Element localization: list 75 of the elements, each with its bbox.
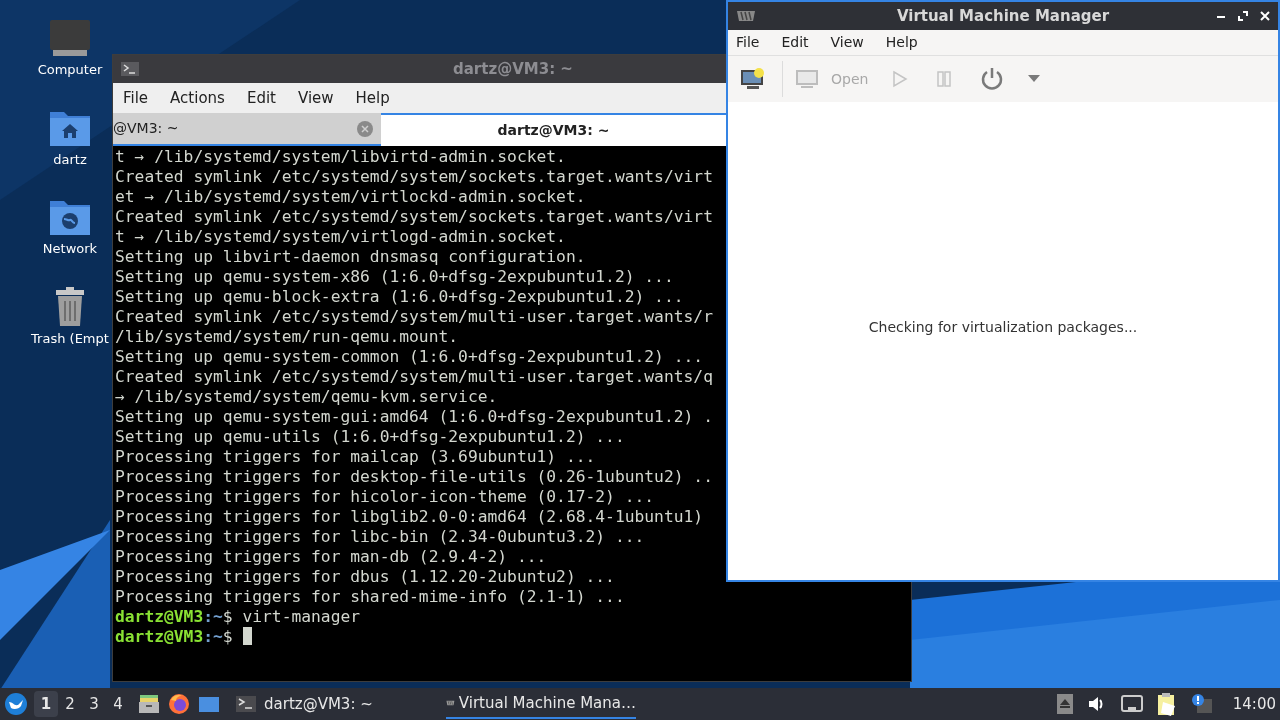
menu-item[interactable]: Edit <box>246 86 276 110</box>
terminal-tab[interactable]: dartz@VM3: ~ <box>381 113 726 146</box>
menu-item[interactable]: Edit <box>781 32 809 53</box>
menu-item[interactable]: View <box>830 32 864 53</box>
notification-icon[interactable] <box>1190 693 1213 715</box>
output-line: Processing triggers for shared-mime-info (2.1-1) ... <box>115 587 625 607</box>
file-cabinet-icon[interactable] <box>138 694 160 714</box>
prompt-path: :~ <box>203 607 223 627</box>
eject-icon[interactable] <box>1056 694 1073 714</box>
menu-item[interactable]: File <box>736 32 760 53</box>
menu-item[interactable]: Help <box>355 86 390 110</box>
output-line: Processing triggers for dbus (1.12.20-2ubuntu2) ... <box>115 567 615 587</box>
output-line: t → /lib/systemd/system/libvirtd-admin.socket. <box>115 147 566 167</box>
output-line: /lib/systemd/system/run-qemu.mount. <box>115 327 459 347</box>
window-title: Virtual Machine Manager <box>896 5 1110 27</box>
workspace-button[interactable]: 2 <box>58 691 82 717</box>
maximize-icon[interactable] <box>1238 11 1248 21</box>
command-text: $ virt-manager <box>222 607 361 627</box>
menu-item[interactable]: View <box>297 86 334 110</box>
menu-item[interactable]: Actions <box>170 86 225 110</box>
monitor-icon <box>49 18 91 58</box>
output-line: Processing triggers for hicolor-icon-theme (0.17-2) ... <box>115 487 655 507</box>
output-line: Processing triggers for mailcap (3.69ubuntu1) ... <box>115 447 596 467</box>
desktop-icon-label[interactable]: Network <box>42 239 98 259</box>
prompt-user: dartz@VM3 <box>115 627 204 647</box>
tab-label: @VM3: ~ <box>113 119 179 138</box>
output-line: Processing triggers for man-db (2.9.4-2) ... <box>115 547 547 567</box>
output-line: Processing triggers for libc-bin (2.34-0ubuntu3.2) ... <box>115 527 645 547</box>
output-line: et → /lib/systemd/system/virtlockd-admin.socket. <box>115 187 586 207</box>
ethernet-icon[interactable] <box>1120 695 1143 713</box>
output-line: Created symlink /etc/systemd/system/multi-user.target.wants/r <box>115 307 713 327</box>
vmm-logo-icon <box>736 10 756 22</box>
terminal-icon <box>121 62 139 76</box>
play-icon <box>892 70 909 88</box>
window-title: dartz@VM3: ~ <box>453 58 573 80</box>
menu-item[interactable]: File <box>123 86 149 110</box>
workspace-button[interactable]: 4 <box>106 691 130 717</box>
workspace-button[interactable]: 3 <box>82 691 106 717</box>
output-line: Processing triggers for desktop-file-utils (0.26-1ubuntu2) .. <box>115 467 713 487</box>
output-line: Created symlink /etc/systemd/system/sockets.target.wants/virt <box>115 167 713 187</box>
output-line: Setting up qemu-system-common (1:6.0+dfsg-2expubuntu1.2) ... <box>115 347 704 367</box>
tab-label: dartz@VM3: ~ <box>497 121 610 140</box>
power-icon <box>980 67 1005 91</box>
close-icon[interactable] <box>1260 11 1270 21</box>
output-line: t → /lib/systemd/system/virtlogd-admin.socket. <box>115 227 566 247</box>
desktop-icon[interactable] <box>198 694 220 714</box>
output-line: Setting up qemu-system-x86 (1:6.0+dfsg-2expubuntu1.2) ... <box>115 267 674 287</box>
output-line: Setting up qemu-utils (1:6.0+dfsg-2expubuntu1.2) ... <box>115 427 625 447</box>
desktop-icon-label[interactable]: dartz <box>53 149 87 169</box>
menu-item[interactable]: Help <box>885 32 918 53</box>
task-button[interactable]: Virtual Machine Mana… <box>446 689 636 719</box>
terminal-icon <box>236 696 256 712</box>
prompt-user: dartz@VM3 <box>115 607 204 627</box>
status-message: Checking for virtualization packages... <box>868 317 1138 337</box>
desktop-icon-label[interactable]: Computer <box>37 60 103 80</box>
command-text: $ <box>222 627 233 647</box>
browser-icon[interactable] <box>168 693 190 715</box>
desktop-icon-label[interactable]: Trash (Empt <box>31 328 109 348</box>
output-line: → /lib/systemd/system/qemu-kvm.service. <box>115 387 498 407</box>
output-line: Created symlink /etc/systemd/system/sockets.target.wants/virt <box>115 207 713 227</box>
output-line: Processing triggers for libglib2.0-0:amd64 (2.68.4-1ubuntu1) <box>115 507 704 527</box>
clock[interactable]: 14:00 <box>1232 692 1276 716</box>
task-button[interactable]: dartz@VM3: ~ <box>236 689 426 719</box>
output-line: Setting up qemu-block-extra (1:6.0+dfsg-2expubuntu1.2) ... <box>115 287 684 307</box>
prompt-path: :~ <box>203 627 223 647</box>
monitor-icon <box>740 67 766 91</box>
monitor-icon <box>795 68 819 90</box>
terminal-tab[interactable]: @VM3: ~ <box>113 113 381 146</box>
output-line: Setting up libvirt-daemon dnsmasq configuration. <box>115 247 586 267</box>
workspace-button[interactable]: 1 <box>34 691 58 717</box>
caret-icon <box>1028 75 1041 83</box>
output-line: Setting up qemu-system-gui:amd64 (1:6.0+dfsg-2expubuntu1.2) . <box>115 407 713 427</box>
clipboard-icon[interactable] <box>1156 692 1177 716</box>
pause-icon <box>936 70 953 88</box>
output-line: Created symlink /etc/systemd/system/multi-user.target.wants/q <box>115 367 713 387</box>
